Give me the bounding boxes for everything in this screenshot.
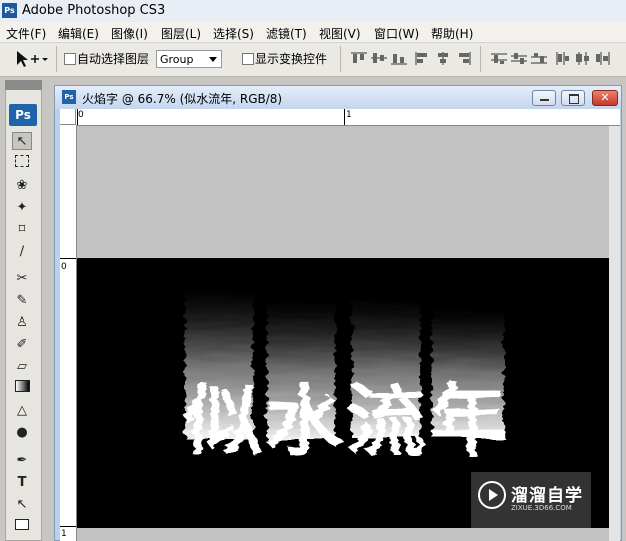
clone-stamp-tool-icon[interactable]: ♙: [12, 314, 32, 332]
move-tool-icon[interactable]: ↖: [12, 132, 32, 150]
align-hcenter-icon[interactable]: [434, 51, 452, 65]
options-separator: [340, 46, 341, 72]
auto-select-dropdown[interactable]: Group: [156, 50, 222, 68]
distribute-hcenter-icon[interactable]: [574, 51, 592, 65]
document-ps-icon: Ps: [62, 90, 76, 104]
align-bottom-icon[interactable]: [390, 51, 408, 65]
brush-tool-icon[interactable]: ✎: [12, 292, 32, 310]
gradient-tool-icon[interactable]: [12, 380, 32, 398]
chevron-down-icon: [209, 57, 217, 62]
ruler-tick: [60, 526, 76, 527]
ruler-origin[interactable]: [60, 109, 76, 125]
shape-tool-icon[interactable]: [12, 518, 32, 536]
lasso-tool-icon[interactable]: ❀: [12, 177, 32, 195]
ruler-tick: [344, 109, 345, 125]
align-top-icon[interactable]: [350, 51, 368, 65]
distribute-bottom-icon[interactable]: [530, 51, 548, 65]
show-transform-checkbox[interactable]: [242, 53, 254, 65]
close-icon: ✕: [600, 91, 610, 104]
photoshop-logo-icon: Ps: [2, 3, 17, 18]
move-tool-icon[interactable]: [14, 49, 48, 69]
ruler-tick: [77, 109, 78, 125]
ruler-top-label: 1: [346, 110, 352, 120]
close-button[interactable]: ✕: [592, 90, 618, 106]
options-separator: [480, 46, 481, 72]
ruler-top-label: 0: [78, 110, 84, 120]
app-title: Adobe Photoshop CS3: [22, 3, 166, 18]
play-icon: [489, 489, 498, 501]
minimize-icon: [540, 99, 549, 101]
menu-window[interactable]: 窗口(W): [374, 25, 419, 42]
auto-select-checkbox[interactable]: [64, 53, 76, 65]
ruler-vertical[interactable]: 0 1: [60, 125, 77, 541]
pasteboard-bottom: [77, 528, 609, 541]
menu-layer[interactable]: 图层(L): [161, 25, 201, 42]
align-left-icon[interactable]: [414, 51, 432, 65]
toolbox-header[interactable]: [5, 80, 42, 90]
menu-filter[interactable]: 滤镜(T): [266, 25, 307, 42]
distribute-right-icon[interactable]: [594, 51, 612, 65]
document-title: 火焰字 @ 66.7% (似水流年, RGB/8): [82, 92, 283, 106]
distribute-vcenter-icon[interactable]: [510, 51, 528, 65]
watermark-url: ZIXUE.3D66.COM: [511, 504, 572, 512]
menu-edit[interactable]: 编辑(E): [58, 25, 99, 42]
eraser-tool-icon[interactable]: ▱: [12, 358, 32, 376]
toolbox-logo: Ps: [9, 104, 37, 126]
healing-brush-tool-icon[interactable]: ✂: [12, 270, 32, 288]
restore-button[interactable]: [561, 90, 585, 106]
menu-file[interactable]: 文件(F): [6, 25, 46, 42]
restore-icon: [569, 94, 579, 104]
distribute-top-icon[interactable]: [490, 51, 508, 65]
ruler-left-label: 0: [61, 262, 67, 272]
history-brush-tool-icon[interactable]: ✐: [12, 336, 32, 354]
eyedropper-tool-icon[interactable]: ∕: [12, 243, 32, 261]
menu-view[interactable]: 视图(V): [319, 25, 361, 42]
align-vcenter-icon[interactable]: [370, 51, 388, 65]
marquee-tool-icon[interactable]: [12, 155, 32, 173]
vertical-scrollbar[interactable]: [609, 126, 620, 541]
crop-tool-icon[interactable]: ⌑: [12, 221, 32, 239]
auto-select-value: Group: [160, 53, 194, 66]
auto-select-label: 自动选择图层: [77, 52, 150, 66]
options-separator: [56, 46, 57, 72]
menu-image[interactable]: 图像(I): [111, 25, 148, 42]
ruler-tick: [60, 258, 76, 259]
show-transform-label: 显示变换控件: [255, 52, 328, 66]
dodge-tool-icon[interactable]: ●: [12, 424, 32, 442]
path-selection-tool-icon[interactable]: ↖: [12, 496, 32, 514]
menu-help[interactable]: 帮助(H): [431, 25, 473, 42]
magic-wand-tool-icon[interactable]: ✦: [12, 199, 32, 217]
blur-tool-icon[interactable]: △: [12, 402, 32, 420]
pen-tool-icon[interactable]: ✒: [12, 452, 32, 470]
distribute-left-icon[interactable]: [554, 51, 572, 65]
menu-bar: 文件(F) 编辑(E) 图像(I) 图层(L) 选择(S) 滤镜(T) 视图(V…: [0, 22, 626, 43]
watermark-name: 溜溜自学: [511, 486, 583, 506]
type-tool-icon[interactable]: T: [12, 474, 32, 492]
ruler-left-label: 1: [61, 529, 67, 539]
fire-text: 似水流年: [182, 377, 511, 467]
ruler-horizontal[interactable]: 0 1: [60, 109, 620, 126]
menu-select[interactable]: 选择(S): [213, 25, 254, 42]
pasteboard-top: [77, 126, 609, 258]
minimize-button[interactable]: [532, 90, 556, 106]
align-right-icon[interactable]: [454, 51, 472, 65]
